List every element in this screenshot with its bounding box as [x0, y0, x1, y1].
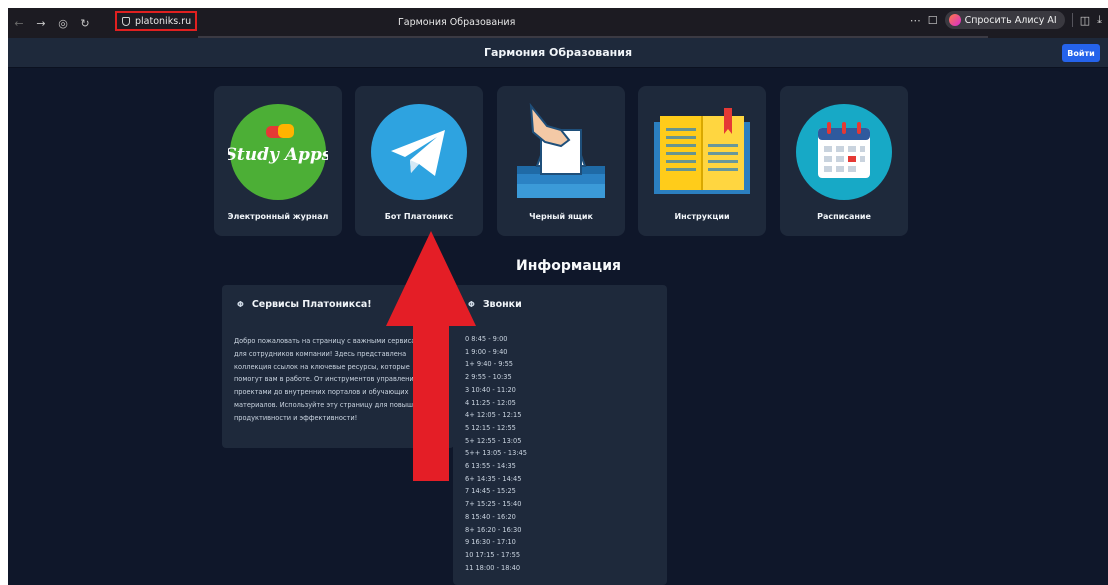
url-text: platoniks.ru [135, 15, 192, 27]
bells-title: Звонки [482, 299, 522, 310]
toolbar-divider [1071, 13, 1073, 27]
study-apps-logo-text: Study Apps [228, 145, 328, 165]
ask-alice-button[interactable]: Спросить Алису AI [944, 11, 1065, 29]
card-label: Бот Платоникс [384, 212, 454, 221]
bell-item: 8+ 16:20 - 16:30 [465, 525, 522, 534]
card-bot-platoniks[interactable]: Бот Платоникс [355, 86, 483, 236]
calendar-icon [796, 104, 892, 200]
bells-card: Φ Звонки 0 8:45 - 9:00 1 9:00 - 9:40 1+ … [453, 285, 667, 585]
card-label: Инструкции [674, 212, 730, 221]
download-icon[interactable]: ⤓ [1097, 13, 1102, 27]
bell-item: 8 15:40 - 16:20 [465, 512, 516, 521]
services-title: Сервисы Платоникса! [251, 299, 372, 310]
alice-icon [948, 14, 961, 26]
extensions-icon[interactable]: ◎ [52, 12, 74, 34]
card-black-box[interactable]: Черный ящик [497, 86, 625, 236]
sidebar-icon[interactable]: ◫ [1080, 14, 1090, 27]
shield-icon [122, 16, 130, 26]
back-icon[interactable]: ← [8, 12, 30, 34]
ask-alice-label: Спросить Алису AI [964, 14, 1057, 26]
ballot-box-icon [517, 102, 605, 198]
card-instructions[interactable]: Инструкции [638, 86, 766, 236]
book-icon [654, 108, 750, 194]
card-label: Электронный журнал [227, 212, 329, 221]
services-heading: Φ Сервисы Платоникса! [237, 299, 372, 310]
bell-item: 10 17:15 - 17:55 [465, 550, 521, 559]
more-icon[interactable]: ⋯ [910, 14, 921, 27]
card-electronic-journal[interactable]: Study Apps Электронный журнал [214, 86, 342, 236]
app-header: Гармония Образования Войти [8, 38, 1108, 68]
app-title: Гармония Образования [483, 46, 633, 59]
card-schedule[interactable]: Расписание [780, 86, 908, 236]
browser-right-tools: ⋯ ☐ Спросить Алису AI ◫ ⤓ [910, 11, 1102, 29]
info-section-title: Информация [516, 258, 621, 274]
bell-item: 9 16:30 - 17:10 [465, 538, 516, 547]
forward-icon[interactable]: → [30, 12, 52, 34]
telegram-icon [371, 104, 467, 200]
card-label: Черный ящик [529, 212, 593, 221]
bell-item: 7+ 15:25 - 15:40 [465, 500, 522, 509]
study-apps-icon: Study Apps [228, 104, 328, 200]
tab-title: Гармония Образования [398, 17, 516, 28]
web-page: Гармония Образования Войти Study Apps Эл… [8, 38, 1108, 585]
login-button[interactable]: Войти [1062, 44, 1100, 62]
annotation-arrow-icon [386, 231, 476, 481]
card-label: Расписание [817, 212, 871, 221]
bell-item: 7 14:45 - 15:25 [465, 487, 516, 496]
address-bar[interactable]: platoniks.ru [115, 11, 197, 31]
bells-heading: Φ Звонки [468, 299, 522, 310]
bookmark-icon[interactable]: ☐ [928, 14, 938, 27]
browser-toolbar: ← → ◎ ↻ platoniks.ru Гармония Образовани… [8, 8, 1108, 38]
bell-item: 11 18:00 - 18:40 [465, 563, 521, 572]
reload-icon[interactable]: ↻ [74, 12, 96, 34]
info-icon: Φ [237, 300, 244, 309]
